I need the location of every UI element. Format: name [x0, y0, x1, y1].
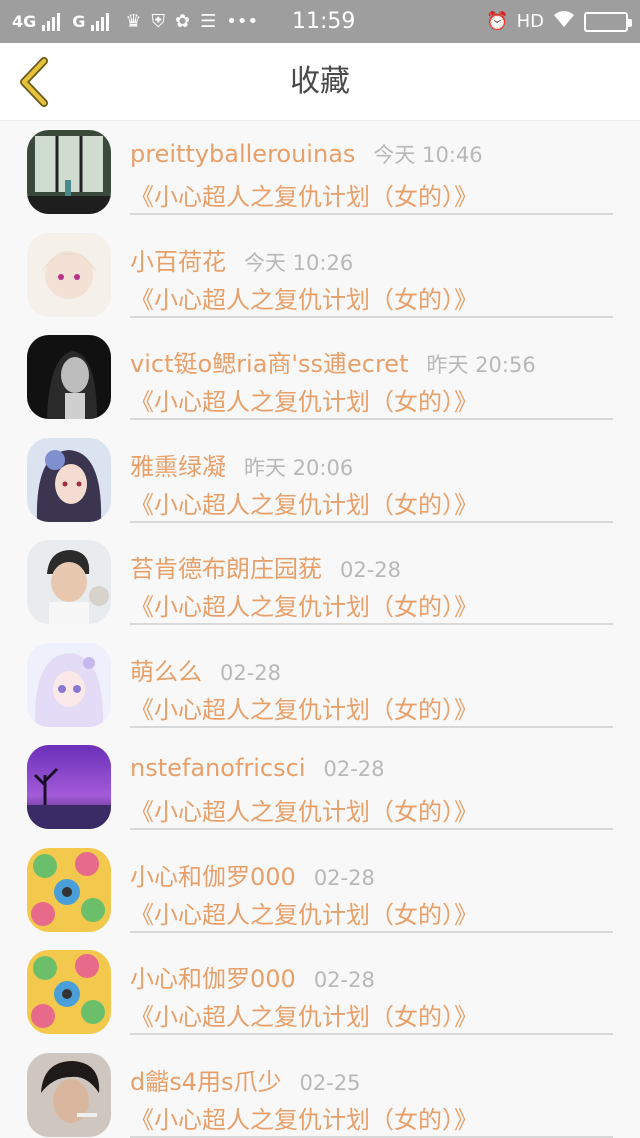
avatar[interactable] [27, 232, 111, 317]
divider [130, 930, 613, 933]
username[interactable]: 雅熏绿凝 [130, 447, 226, 482]
avatar[interactable] [27, 437, 111, 522]
item-header: vict铤o鳃ria商'ss逋ecret 昨天 20:56 [130, 344, 536, 378]
status-left: 4G G ♛ ⛨ ✿ ☰ ••• [12, 11, 482, 32]
battery-icon [584, 11, 632, 32]
timestamp: 今天 10:26 [244, 250, 354, 275]
hd-label: HD [516, 11, 544, 32]
timestamp: 02-28 [220, 660, 282, 685]
signal-icon [91, 12, 110, 31]
book-title-link[interactable]: 《小心超人之复仇计划（女的）》 [130, 177, 478, 212]
username[interactable]: 萌么么 [130, 652, 202, 687]
list-item[interactable]: 小心和伽罗000 02-28 《小心超人之复仇计划（女的）》 [0, 839, 640, 942]
status-bar: 4G G ♛ ⛨ ✿ ☰ ••• 11:59 ⏰ HD [0, 0, 640, 43]
favorites-list: preittyballerouinas 今天 10:46 《小心超人之复仇计划（… [0, 121, 640, 1138]
divider [130, 213, 613, 215]
avatar[interactable] [27, 642, 111, 727]
book-title-link[interactable]: 《小心超人之复仇计划（女的）》 [130, 997, 478, 1032]
item-header: 小心和伽罗000 02-28 [130, 857, 375, 891]
shield-icon: ⛨ [151, 11, 166, 32]
divider [130, 315, 613, 318]
item-header: 萌么么 02-28 [130, 652, 282, 686]
more-icon: ••• [226, 11, 259, 32]
divider [130, 1135, 613, 1138]
book-title-link[interactable]: 《小心超人之复仇计划（女的）》 [130, 382, 478, 417]
book-title-link[interactable]: 《小心超人之复仇计划（女的）》 [130, 792, 478, 827]
item-header: 小百荷花 今天 10:26 [130, 242, 353, 276]
timestamp: 昨天 20:56 [426, 353, 536, 377]
item-header: 小心和伽罗000 02-28 [130, 959, 375, 993]
divider [130, 1033, 613, 1035]
item-header: nstefanofricsci 02-28 [130, 754, 385, 784]
avatar[interactable] [27, 1052, 111, 1137]
list-item[interactable]: 小心和伽罗000 02-28 《小心超人之复仇计划（女的）》 [0, 941, 640, 1044]
list-item[interactable]: 萌么么 02-28 《小心超人之复仇计划（女的）》 [0, 634, 640, 737]
book-title-link[interactable]: 《小心超人之复仇计划（女的）》 [130, 895, 478, 930]
status-right: ⏰ HD [482, 9, 632, 34]
avatar[interactable] [27, 950, 111, 1034]
book-title-link[interactable]: 《小心超人之复仇计划（女的）》 [130, 485, 478, 520]
item-header: d龤s4用s爪少 02-25 [130, 1062, 361, 1096]
alarm-icon: ⏰ [486, 11, 509, 32]
network-g-label: G [72, 12, 86, 31]
book-title-link[interactable]: 《小心超人之复仇计划（女的）》 [130, 280, 478, 315]
book-title-link[interactable]: 《小心超人之复仇计划（女的）》 [130, 1100, 478, 1135]
divider [130, 623, 613, 625]
avatar[interactable] [27, 335, 111, 419]
timestamp: 今天 10:46 [373, 143, 483, 167]
list-item[interactable]: 苔肯德布朗庄园莸 02-28 《小心超人之复仇计划（女的）》 [0, 531, 640, 634]
avatar[interactable] [27, 745, 111, 829]
divider [130, 418, 613, 420]
list-item[interactable]: preittyballerouinas 今天 10:46 《小心超人之复仇计划（… [0, 121, 640, 224]
timestamp: 02-28 [313, 968, 375, 992]
username[interactable]: nstefanofricsci [130, 754, 306, 782]
list-item[interactable]: 雅熏绿凝 昨天 20:06 《小心超人之复仇计划（女的）》 [0, 429, 640, 532]
item-header: 苔肯德布朗庄园莸 02-28 [130, 549, 402, 583]
avatar[interactable] [27, 847, 111, 932]
item-header: preittyballerouinas 今天 10:46 [130, 139, 483, 169]
book-title-link[interactable]: 《小心超人之复仇计划（女的）》 [130, 587, 478, 622]
username[interactable]: 苔肯德布朗庄园莸 [130, 549, 322, 584]
nav-bar: 收藏 [0, 43, 640, 121]
crown-icon: ♛ [125, 11, 142, 32]
clock: 11:59 [292, 9, 356, 34]
avatar[interactable] [27, 540, 111, 624]
username[interactable]: 小心和伽罗000 [130, 857, 296, 892]
username[interactable]: 小心和伽罗000 [130, 959, 296, 994]
timestamp: 02-28 [323, 757, 385, 781]
palette-icon: ✿ [175, 11, 191, 32]
username[interactable]: d龤s4用s爪少 [130, 1062, 282, 1097]
divider [130, 520, 613, 523]
avatar[interactable] [27, 130, 111, 214]
list-item[interactable]: d龤s4用s爪少 02-25 《小心超人之复仇计划（女的）》 [0, 1044, 640, 1138]
divider [130, 725, 613, 728]
username[interactable]: vict铤o鳃ria商'ss逋ecret [130, 344, 408, 379]
list-item[interactable]: 小百荷花 今天 10:26 《小心超人之复仇计划（女的）》 [0, 224, 640, 327]
divider [130, 828, 613, 830]
timestamp: 02-28 [313, 865, 375, 890]
book-title-link[interactable]: 《小心超人之复仇计划（女的）》 [130, 690, 478, 725]
list-item[interactable]: vict铤o鳃ria商'ss逋ecret 昨天 20:56 《小心超人之复仇计划… [0, 326, 640, 429]
item-header: 雅熏绿凝 昨天 20:06 [130, 447, 353, 481]
username[interactable]: 小百荷花 [130, 242, 226, 277]
signal-icon [42, 12, 61, 31]
network-4g-label: 4G [12, 12, 37, 31]
username[interactable]: preittyballerouinas [130, 140, 355, 168]
wifi-icon [552, 9, 576, 34]
page-title: 收藏 [290, 64, 350, 99]
timestamp: 昨天 20:06 [244, 455, 354, 480]
app-icon: ☰ [200, 11, 217, 32]
timestamp: 02-28 [340, 558, 402, 582]
timestamp: 02-25 [299, 1070, 361, 1095]
list-item[interactable]: nstefanofricsci 02-28 《小心超人之复仇计划（女的）》 [0, 736, 640, 839]
